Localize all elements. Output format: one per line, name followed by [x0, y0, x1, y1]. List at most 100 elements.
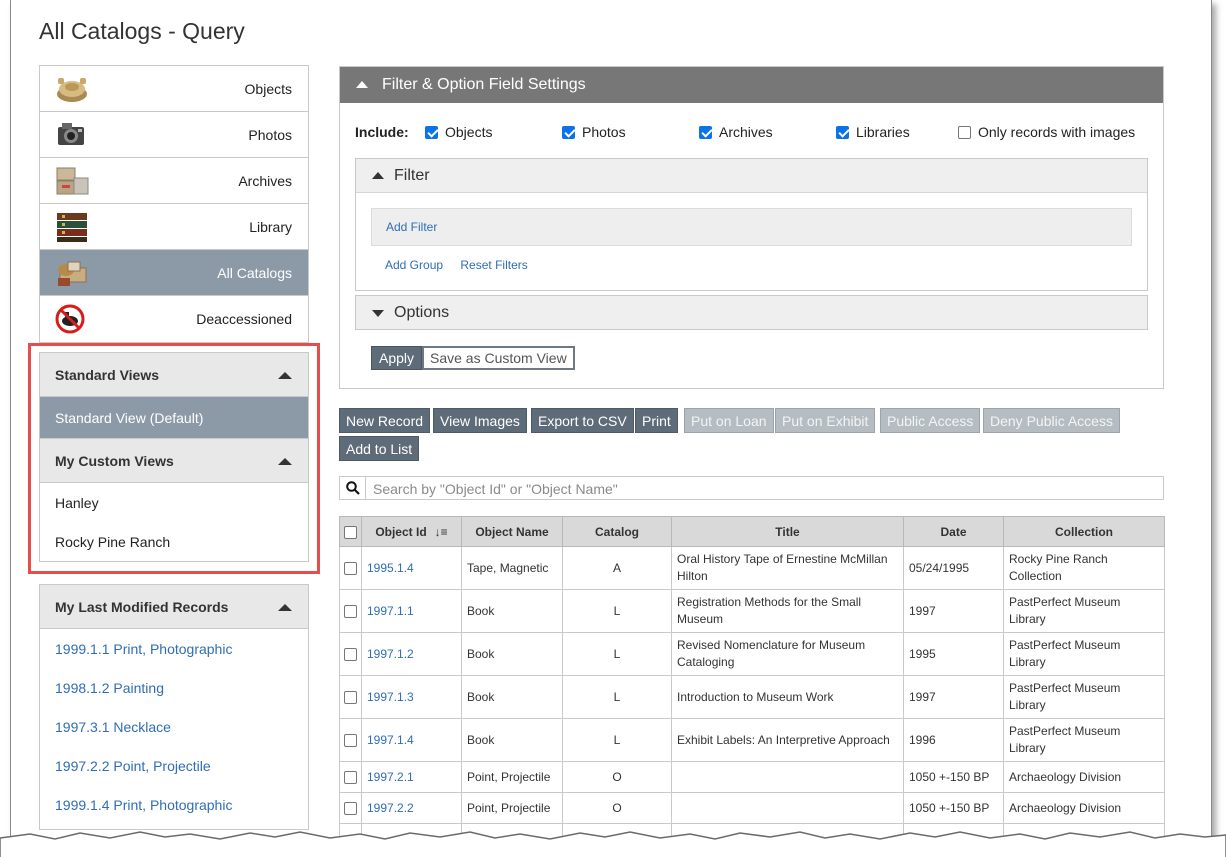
table-row[interactable]: 1997.1.2 Book L Revised Nomenclature for… — [339, 632, 1165, 676]
object-id-link[interactable]: 1997.1.2 — [361, 632, 462, 676]
table-row[interactable]: 1997.1.3 Book L Introduction to Museum W… — [339, 675, 1165, 719]
table-row[interactable]: 1997.2.1 Point, Projectile O 1050 +-150 … — [339, 761, 1165, 793]
checkbox-checked[interactable] — [699, 125, 712, 139]
object-id-link[interactable]: 1997.2.2 — [361, 792, 462, 824]
table-row[interactable]: 1997.2.2 Point, Projectile O 1050 +-150 … — [339, 792, 1165, 824]
column-header-collection[interactable]: Collection — [1003, 516, 1165, 547]
export-csv-button[interactable]: Export to CSV — [531, 408, 634, 433]
view-images-button[interactable]: View Images — [433, 408, 527, 433]
last-modified-link[interactable]: 1997.2.2 Point, Projectile — [40, 746, 308, 785]
column-header-date[interactable]: Date — [903, 516, 1004, 547]
table-row[interactable]: 1997.1.4 Book L Exhibit Labels: An Inter… — [339, 718, 1165, 762]
include-libraries-checkbox[interactable]: Libraries — [836, 124, 910, 140]
new-record-button[interactable]: New Record — [339, 408, 431, 433]
catalog-label: Objects — [244, 80, 292, 97]
camera-icon — [58, 123, 84, 145]
filter-header[interactable]: Filter — [356, 159, 1147, 193]
search-bar — [339, 476, 1164, 500]
row-select-cell[interactable] — [339, 792, 362, 824]
object-id-link[interactable]: 1997.2.1 — [361, 761, 462, 793]
row-select-cell[interactable] — [339, 632, 362, 676]
collapse-up-icon[interactable] — [278, 604, 292, 611]
search-icon[interactable] — [346, 481, 360, 495]
catalog-item-library[interactable]: Library — [40, 204, 308, 250]
checkbox-checked[interactable] — [562, 125, 575, 139]
date-cell: 1050 +-150 BP — [903, 761, 1004, 793]
catalog-item-objects[interactable]: Objects — [40, 66, 308, 112]
row-checkbox[interactable] — [344, 561, 357, 575]
row-select-cell[interactable] — [339, 761, 362, 793]
row-checkbox[interactable] — [344, 690, 357, 704]
catalog-item-archives[interactable]: Archives — [40, 158, 308, 204]
column-header-object-name[interactable]: Object Name — [461, 516, 563, 547]
search-divider — [365, 477, 366, 499]
object-id-link[interactable]: 1997.1.1 — [361, 589, 462, 633]
checkbox-checked[interactable] — [836, 125, 849, 139]
object-name-cell: Point, Projectile — [461, 761, 563, 793]
collapse-up-icon[interactable] — [356, 81, 368, 88]
column-header-object-id[interactable]: Object Id ↓≡ — [361, 516, 462, 547]
column-header-title[interactable]: Title — [671, 516, 904, 547]
row-checkbox[interactable] — [344, 770, 357, 784]
object-name-cell: Book — [461, 718, 563, 762]
expand-down-icon[interactable] — [372, 310, 384, 317]
row-checkbox[interactable] — [344, 604, 357, 618]
page-title: All Catalogs - Query — [39, 18, 245, 44]
checkbox-label: Objects — [445, 124, 493, 140]
public-access-button[interactable]: Public Access — [880, 408, 981, 433]
search-input[interactable] — [373, 479, 1143, 498]
last-modified-link[interactable]: 1997.3.1 Necklace — [40, 707, 308, 746]
add-group-link[interactable]: Add Group — [385, 258, 443, 272]
row-checkbox[interactable] — [344, 733, 357, 747]
add-to-list-button[interactable]: Add to List — [339, 436, 420, 461]
apply-button[interactable]: Apply — [371, 346, 423, 370]
select-all-checkbox[interactable] — [344, 525, 357, 539]
column-label: Object Id — [375, 524, 427, 539]
checkbox-checked[interactable] — [425, 125, 438, 139]
put-on-loan-button[interactable]: Put on Loan — [684, 408, 774, 433]
last-modified-header[interactable]: My Last Modified Records — [40, 585, 308, 629]
save-custom-view-button[interactable]: Save as Custom View — [422, 346, 575, 370]
include-archives-checkbox[interactable]: Archives — [699, 124, 773, 140]
catalog-item-deaccessioned[interactable]: Deaccessioned — [40, 296, 308, 342]
object-id-link[interactable]: 1997.1.3 — [361, 675, 462, 719]
checkbox-label: Only records with images — [978, 124, 1136, 140]
options-section: Options — [355, 295, 1148, 330]
collection-cell: PastPerfect Museum Library — [1003, 632, 1165, 676]
object-id-link[interactable]: 1997.1.4 — [361, 718, 462, 762]
print-button[interactable]: Print — [635, 408, 678, 433]
select-all-header[interactable] — [339, 516, 362, 547]
reset-filters-link[interactable]: Reset Filters — [460, 258, 527, 272]
catalog-cell: L — [562, 675, 672, 719]
deny-public-access-button[interactable]: Deny Public Access — [983, 408, 1120, 433]
filter-settings-header[interactable]: Filter & Option Field Settings — [340, 67, 1163, 103]
add-filter-link[interactable]: Add Filter — [386, 220, 437, 234]
row-select-cell[interactable] — [339, 718, 362, 762]
include-objects-checkbox[interactable]: Objects — [425, 124, 492, 140]
options-header[interactable]: Options — [356, 296, 1147, 329]
last-modified-link[interactable]: 1998.1.2 Painting — [40, 668, 308, 707]
table-row[interactable]: 1995.1.4 Tape, Magnetic A Oral History T… — [339, 546, 1165, 590]
last-modified-link[interactable]: 1999.1.1 Print, Photographic — [40, 629, 308, 668]
row-select-cell[interactable] — [339, 675, 362, 719]
row-checkbox[interactable] — [344, 647, 357, 661]
catalog-item-all-catalogs[interactable]: All Catalogs — [40, 250, 308, 296]
object-id-link[interactable]: 1995.1.4 — [361, 546, 462, 590]
date-cell: 05/24/1995 — [903, 546, 1004, 590]
checkbox-unchecked[interactable] — [958, 125, 971, 139]
catalog-item-photos[interactable]: Photos — [40, 112, 308, 158]
highlight-outline — [28, 343, 320, 574]
put-on-exhibit-button[interactable]: Put on Exhibit — [775, 408, 876, 433]
filter-title: Filter — [394, 166, 430, 184]
last-modified-link[interactable]: 1999.1.4 Print, Photographic — [40, 785, 308, 824]
collapse-up-icon[interactable] — [372, 172, 384, 179]
row-select-cell[interactable] — [339, 546, 362, 590]
column-header-catalog[interactable]: Catalog — [562, 516, 672, 547]
only-images-checkbox[interactable]: Only records with images — [958, 124, 1135, 140]
catalog-label: Deaccessioned — [196, 311, 292, 327]
sort-ascending-icon[interactable]: ↓≡ — [435, 525, 448, 539]
include-photos-checkbox[interactable]: Photos — [562, 124, 626, 140]
table-row[interactable]: 1997.1.1 Book L Registration Methods for… — [339, 589, 1165, 633]
row-select-cell[interactable] — [339, 589, 362, 633]
row-checkbox[interactable] — [344, 801, 357, 815]
